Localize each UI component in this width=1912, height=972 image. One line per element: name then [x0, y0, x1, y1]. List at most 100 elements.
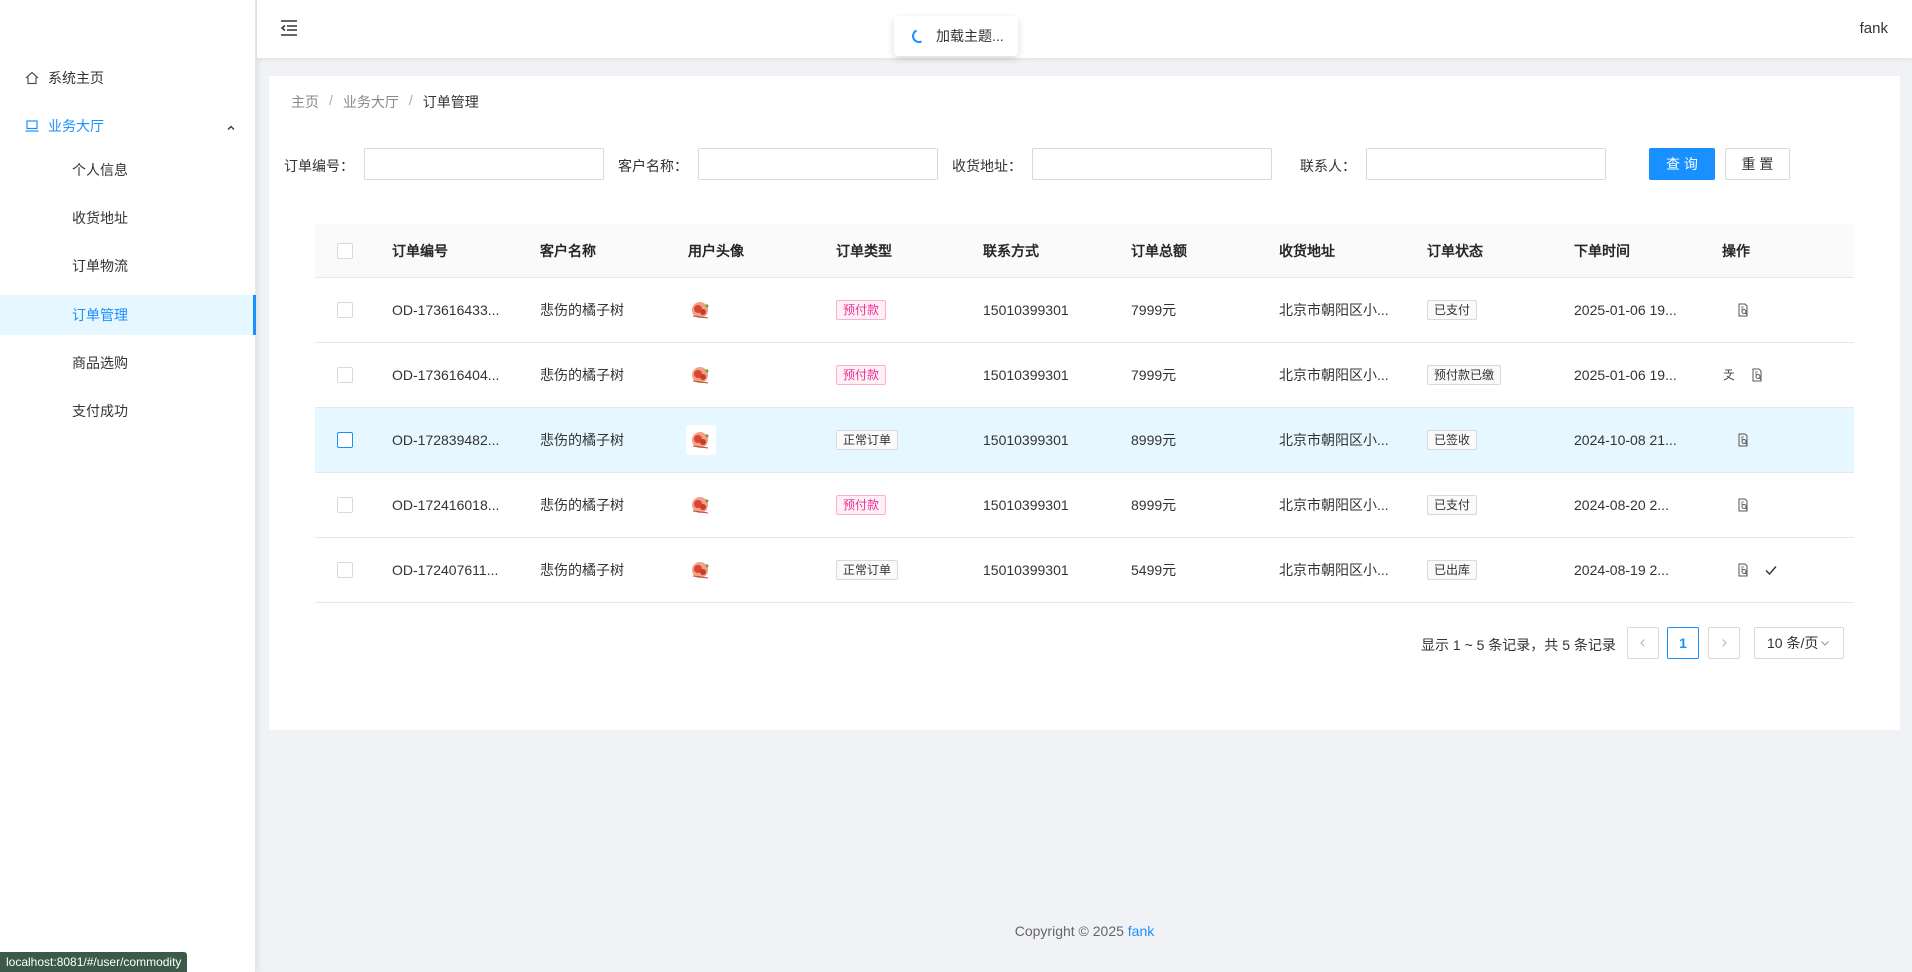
address-cell: 北京市朝阳区小... [1279, 497, 1389, 513]
breadcrumb: 主页 / 业务大厅 / 订单管理 [291, 92, 479, 112]
status-badge: 已支付 [1427, 495, 1478, 515]
order-number-label: 订单编号： [284, 158, 354, 174]
table-row[interactable]: OD-172839482... 悲伤的橘子树 正常订单 15010399301 8999… [315, 408, 1854, 473]
breadcrumb-home[interactable]: 主页 [291, 92, 319, 112]
avatar-cell [686, 343, 716, 407]
contact-input[interactable] [1366, 148, 1606, 180]
actions-cell [1720, 343, 1776, 407]
address-cell: 北京市朝阳区小... [1279, 562, 1389, 578]
order-number-input[interactable] [364, 148, 604, 180]
user-name[interactable]: fank [1860, 20, 1888, 37]
view-icon[interactable] [1734, 561, 1752, 579]
avatar [686, 490, 716, 520]
address-cell: 北京市朝阳区小... [1279, 367, 1389, 383]
next-page-button[interactable] [1708, 627, 1740, 659]
amount-cell: 7999元 [1131, 367, 1177, 383]
sidebar-item-address[interactable]: 收货地址 [0, 198, 256, 238]
table-header: 订单编号 客户名称 用户头像 订单类型 联系方式 订单总额 收货地址 订单状态 … [315, 224, 1854, 278]
chevron-right-icon [1722, 639, 1727, 647]
pagination-total: 显示 1 ~ 5 条记录，共 5 条记录 [1421, 637, 1616, 653]
sidebar-item-shop[interactable]: 商品选购 [0, 343, 256, 383]
table-row[interactable]: OD-173616433... 悲伤的橘子树 预付款 15010399301 7999元… [315, 278, 1854, 343]
reset-button[interactable]: 重 置 [1725, 148, 1790, 180]
chevron-up-icon [226, 120, 236, 136]
header-cell: 订单总额 [1131, 242, 1187, 259]
header-cell: 收货地址 [1279, 242, 1335, 259]
header-cell: 用户头像 [688, 242, 744, 259]
sidebar-item-orders[interactable]: 订单管理 [0, 295, 256, 335]
sidebar-item-label: 系统主页 [48, 70, 104, 86]
row-checkbox[interactable] [337, 432, 353, 448]
breadcrumb-separator: / [408, 92, 413, 108]
query-button[interactable]: 查 询 [1649, 148, 1715, 180]
top-header: fank [257, 0, 1912, 58]
order-type-cell: 预付款 [836, 278, 887, 342]
table-row[interactable]: OD-173616404... 悲伤的橘子树 预付款 15010399301 7999元… [315, 343, 1854, 408]
address-input[interactable] [1032, 148, 1272, 180]
header-cell: 联系方式 [983, 242, 1039, 259]
phone-cell: 15010399301 [983, 302, 1069, 318]
breadcrumb-current: 订单管理 [422, 94, 479, 110]
home-icon [24, 70, 40, 86]
sidebar-item-pay-success[interactable]: 支付成功 [0, 391, 256, 431]
breadcrumb-business-hall[interactable]: 业务大厅 [343, 92, 399, 112]
view-icon[interactable] [1734, 496, 1752, 514]
select-all-checkbox[interactable] [337, 242, 353, 259]
order-type-cell: 正常订单 [836, 408, 899, 472]
prev-page-button[interactable] [1627, 627, 1659, 659]
row-checkbox[interactable] [337, 367, 353, 383]
status-cell: 已支付 [1427, 278, 1478, 342]
sidebar-item-business-hall[interactable]: 业务大厅 [0, 106, 256, 146]
sidebar-item-home[interactable]: 系统主页 [0, 58, 256, 98]
page-1-button[interactable]: 1 [1667, 627, 1699, 659]
phone-cell: 15010399301 [983, 432, 1069, 448]
status-cell: 已签收 [1427, 408, 1478, 472]
view-icon[interactable] [1734, 431, 1752, 449]
row-checkbox[interactable] [337, 562, 353, 578]
order-type-tag: 正常订单 [836, 560, 899, 580]
view-icon[interactable] [1748, 366, 1766, 384]
time-cell: 2024-08-20 2... [1574, 497, 1669, 513]
row-checkbox[interactable] [337, 302, 353, 318]
phone-cell: 15010399301 [983, 367, 1069, 383]
header-cell: 客户名称 [540, 242, 596, 259]
select-all-checkbox-cell [337, 224, 353, 277]
table-body: OD-173616433... 悲伤的橘子树 预付款 15010399301 7999元… [315, 278, 1854, 603]
order-type-cell: 正常订单 [836, 538, 899, 602]
avatar-cell [686, 538, 716, 602]
sidebar-item-profile[interactable]: 个人信息 [0, 150, 256, 190]
customer-name-input[interactable] [698, 148, 938, 180]
status-badge: 已支付 [1427, 300, 1478, 320]
header-cell: 订单编号 [392, 242, 448, 259]
sidebar-item-label: 收货地址 [72, 210, 128, 226]
view-icon[interactable] [1734, 301, 1752, 319]
amount-cell: 8999元 [1131, 432, 1177, 448]
laptop-icon [24, 118, 40, 134]
header-cell: 操作 [1722, 242, 1750, 259]
order-type-tag: 预付款 [836, 300, 887, 320]
customer-cell: 悲伤的橘子树 [540, 367, 624, 383]
table-row[interactable]: OD-172407611... 悲伤的橘子树 正常订单 15010399301 5499… [315, 538, 1854, 603]
loading-toast: 加载主题... [894, 16, 1018, 56]
table-row[interactable]: OD-172416018... 悲伤的橘子树 预付款 15010399301 8999元… [315, 473, 1854, 538]
page-size-select[interactable]: 10 条/页 [1754, 627, 1844, 659]
sidebar-item-logistics[interactable]: 订单物流 [0, 246, 256, 286]
amount-cell: 7999元 [1131, 302, 1177, 318]
pay-icon[interactable] [1720, 366, 1738, 384]
toast-text: 加载主题... [936, 28, 1004, 44]
customer-name-label: 客户名称： [618, 158, 688, 174]
footer-author-link[interactable]: fank [1128, 923, 1154, 939]
check-icon[interactable] [1762, 561, 1780, 579]
actions-cell [1734, 278, 1762, 342]
row-checkbox[interactable] [337, 497, 353, 513]
orders-table: 订单编号 客户名称 用户头像 订单类型 联系方式 订单总额 收货地址 订单状态 … [315, 224, 1854, 603]
browser-status-url: localhost:8081/#/user/commodity [0, 952, 188, 972]
avatar-cell [686, 473, 716, 537]
sidebar-item-label: 订单管理 [72, 307, 128, 323]
order-id-cell: OD-172416018... [392, 497, 500, 513]
status-cell: 已出库 [1427, 538, 1478, 602]
footer: Copyright © 2025 fank [257, 923, 1912, 939]
avatar [686, 360, 716, 390]
search-form: 订单编号： 客户名称： 收货地址： 联系人： 查 询 重 置 [284, 148, 1895, 182]
menu-fold-icon[interactable] [279, 18, 299, 38]
